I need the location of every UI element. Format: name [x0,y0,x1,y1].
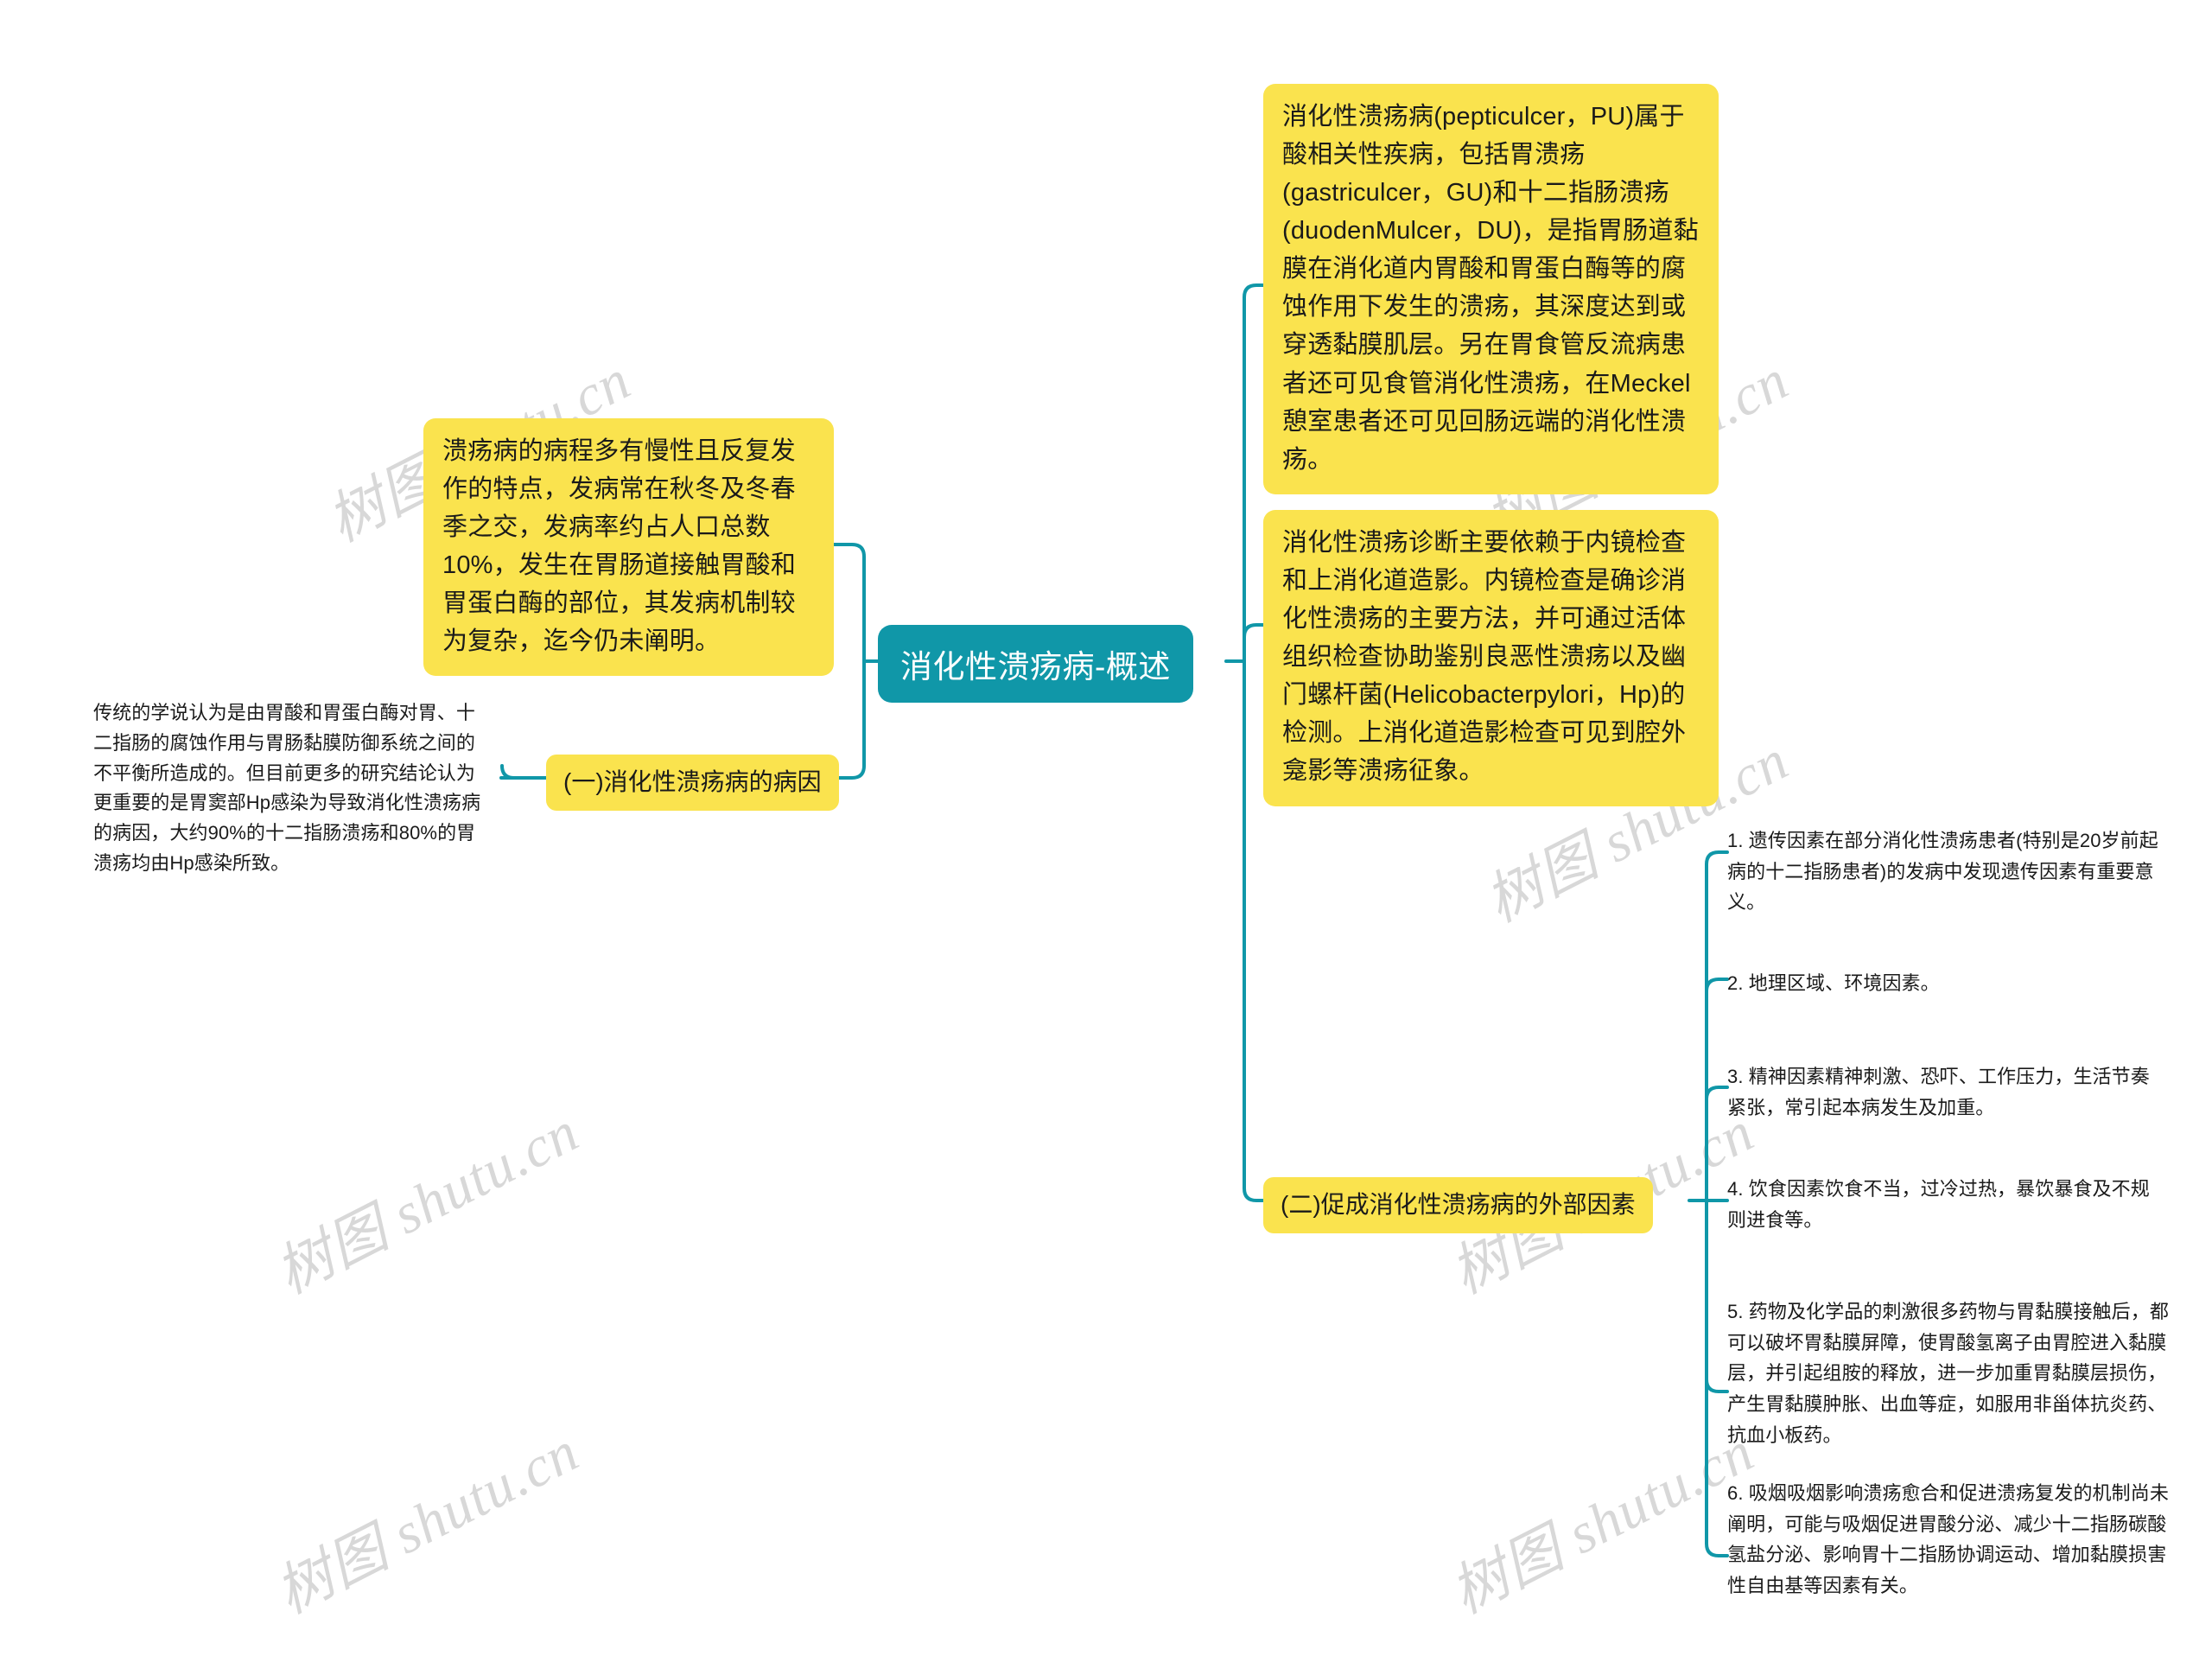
right-note-diagnosis[interactable]: 消化性溃疡诊断主要依赖于内镜检查和上消化道造影。内镜检查是确诊消化性溃疡的主要方… [1263,510,1719,806]
left-note-overview[interactable]: 溃疡病的病程多有慢性且反复发作的特点，发病常在秋冬及冬春季之交，发病率约占人口总… [423,418,834,677]
left-branch-etiology-label: (一)消化性溃疡病的病因 [563,768,822,795]
watermark: 树图 shutu.cn [266,1419,589,1627]
watermark: 树图 shutu.cn [1441,1419,1764,1627]
mindmap-canvas: 树图 shutu.cn 树图 shutu.cn 树图 shutu.cn 树图 s… [0,0,2212,1675]
right-branch-external-factors-label: (二)促成消化性溃疡病的外部因素 [1281,1191,1636,1218]
right-note-definition-text: 消化性溃疡病(pepticulcer，PU)属于酸相关性疾病，包括胃溃疡(gas… [1282,103,1699,474]
right-leaf-item-1[interactable]: 1. 遗传因素在部分消化性溃疡患者(特别是20岁前起病的十二指肠患者)的发病中发… [1727,825,2168,918]
right-leaf-item-5-text: 5. 药物及化学品的刺激很多药物与胃黏膜接触后，都可以破坏胃黏膜屏障，使胃酸氢离… [1727,1301,2169,1446]
right-note-diagnosis-text: 消化性溃疡诊断主要依赖于内镜检查和上消化道造影。内镜检查是确诊消化性溃疡的主要方… [1282,529,1687,786]
right-leaf-item-5[interactable]: 5. 药物及化学品的刺激很多药物与胃黏膜接触后，都可以破坏胃黏膜屏障，使胃酸氢离… [1727,1296,2172,1450]
watermark: 树图 shutu.cn [266,1099,589,1307]
left-branch-etiology[interactable]: (一)消化性溃疡病的病因 [546,755,839,811]
right-leaf-item-3-text: 3. 精神因素精神刺激、恐吓、工作压力，生活节奏紧张，常引起本病发生及加重。 [1727,1066,2150,1118]
root-node[interactable]: 消化性溃疡病-概述 [878,625,1193,703]
right-branch-external-factors[interactable]: (二)促成消化性溃疡病的外部因素 [1263,1177,1653,1233]
root-node-label: 消化性溃疡病-概述 [900,649,1171,685]
right-leaf-item-2[interactable]: 2. 地理区域、环境因素。 [1727,968,2168,999]
right-leaf-item-4[interactable]: 4. 饮食因素饮食不当，过冷过热，暴饮暴食及不规则进食等。 [1727,1174,2168,1235]
left-leaf-etiology-detail[interactable]: 传统的学说认为是由胃酸和胃蛋白酶对胃、十二指肠的腐蚀作用与胃肠黏膜防御系统之间的… [93,698,493,879]
right-note-definition[interactable]: 消化性溃疡病(pepticulcer，PU)属于酸相关性疾病，包括胃溃疡(gas… [1263,84,1719,494]
right-leaf-item-2-text: 2. 地理区域、环境因素。 [1727,972,1940,994]
right-leaf-item-6[interactable]: 6. 吸烟吸烟影响溃疡愈合和促进溃疡复发的机制尚未阐明，可能与吸烟促进胃酸分泌、… [1727,1478,2172,1602]
left-leaf-etiology-detail-text: 传统的学说认为是由胃酸和胃蛋白酶对胃、十二指肠的腐蚀作用与胃肠黏膜防御系统之间的… [93,702,481,874]
right-leaf-item-4-text: 4. 饮食因素饮食不当，过冷过热，暴饮暴食及不规则进食等。 [1727,1178,2150,1231]
right-leaf-item-3[interactable]: 3. 精神因素精神刺激、恐吓、工作压力，生活节奏紧张，常引起本病发生及加重。 [1727,1061,2168,1123]
right-leaf-item-6-text: 6. 吸烟吸烟影响溃疡愈合和促进溃疡复发的机制尚未阐明，可能与吸烟促进胃酸分泌、… [1727,1482,2169,1596]
right-leaf-item-1-text: 1. 遗传因素在部分消化性溃疡患者(特别是20岁前起病的十二指肠患者)的发病中发… [1727,830,2158,914]
left-note-overview-text: 溃疡病的病程多有慢性且反复发作的特点，发病常在秋冬及冬春季之交，发病率约占人口总… [442,437,797,656]
